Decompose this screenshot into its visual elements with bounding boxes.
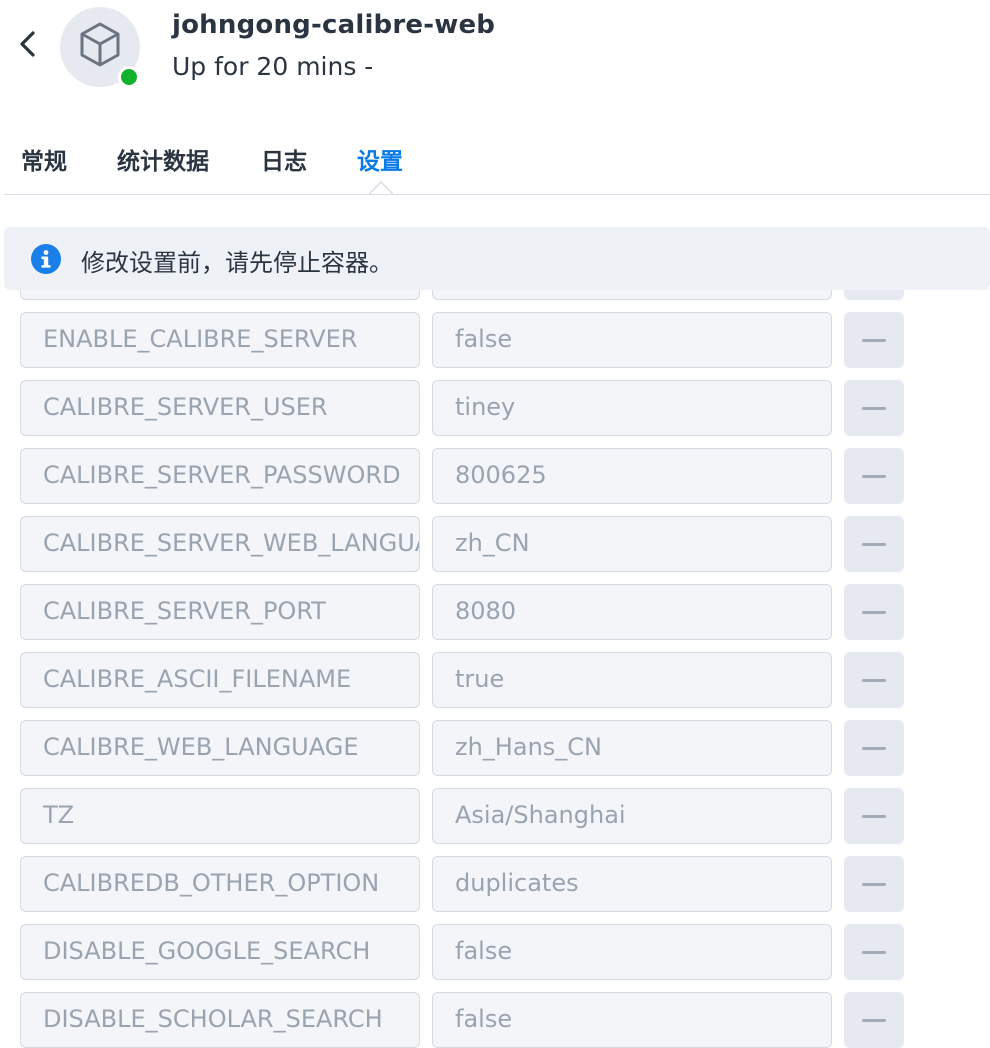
minus-icon [862,678,886,682]
env-var-row [0,290,990,300]
remove-env-var-button[interactable] [844,380,904,436]
env-var-key-field[interactable]: CALIBRE_WEB_LANGUAGE [20,720,420,776]
env-var-value-field[interactable]: Asia/Shanghai [432,788,832,844]
remove-env-var-button[interactable] [844,448,904,504]
env-var-key-field[interactable]: CALIBRE_SERVER_PORT [20,584,420,640]
minus-icon [862,882,886,886]
env-var-value-field[interactable]: false [432,312,832,368]
minus-icon [862,1018,886,1022]
env-var-value-field[interactable]: duplicates [432,856,832,912]
env-var-value-field[interactable]: true [432,652,832,708]
remove-env-var-button[interactable] [844,992,904,1048]
env-var-row: CALIBRE_SERVER_USER tiney [0,380,990,436]
env-var-key-field[interactable]: CALIBRE_SERVER_WEB_LANGUAGE [20,516,420,572]
env-var-key-field[interactable]: CALIBREDB_OTHER_OPTION [20,856,420,912]
info-icon [31,244,61,274]
env-var-value-field[interactable]: false [432,924,832,980]
remove-env-var-button[interactable] [844,788,904,844]
env-var-value-field[interactable]: 8080 [432,584,832,640]
container-uptime: Up for 20 mins - [172,52,374,81]
env-var-key-field[interactable]: CALIBRE_SERVER_PASSWORD [20,448,420,504]
env-var-value-field[interactable]: 800625 [432,448,832,504]
remove-env-var-button[interactable] [844,312,904,368]
env-var-key-field[interactable]: CALIBRE_ASCII_FILENAME [20,652,420,708]
remove-env-var-button[interactable] [844,720,904,776]
env-var-row: DISABLE_SCHOLAR_SEARCH false [0,992,990,1048]
env-var-row: DISABLE_GOOGLE_SEARCH false [0,924,990,980]
remove-env-var-button[interactable] [844,856,904,912]
env-var-key-field[interactable]: CALIBRE_SERVER_USER [20,380,420,436]
minus-icon [862,474,886,478]
container-settings-page: johngong-calibre-web Up for 20 mins - 常规… [0,0,990,1048]
env-var-value-field[interactable]: false [432,992,832,1048]
env-var-row: ENABLE_CALIBRE_SERVER false [0,312,990,368]
remove-env-var-button[interactable] [844,584,904,640]
env-var-row: CALIBRE_ASCII_FILENAME true [0,652,990,708]
active-tab-indicator [369,181,393,194]
env-var-key-field[interactable] [20,290,420,300]
env-var-row: CALIBRE_SERVER_PASSWORD 800625 [0,448,990,504]
environment-variables-list[interactable]: ENABLE_CALIBRE_SERVER false CALIBRE_SERVER… [0,290,990,1048]
back-button[interactable] [14,28,42,64]
minus-icon [862,338,886,342]
minus-icon [862,950,886,954]
env-var-row: CALIBRE_SERVER_PORT 8080 [0,584,990,640]
env-var-value-field[interactable] [432,290,832,300]
env-var-key-field[interactable]: DISABLE_GOOGLE_SEARCH [20,924,420,980]
minus-icon [862,746,886,750]
env-var-row: CALIBREDB_OTHER_OPTION duplicates [0,856,990,912]
env-var-value-field[interactable]: zh_Hans_CN [432,720,832,776]
container-name: johngong-calibre-web [172,10,496,40]
tab-settings[interactable]: 设置 [357,142,403,176]
env-var-row: TZ Asia/Shanghai [0,788,990,844]
info-message: 修改设置前，请先停止容器。 [81,249,393,277]
tab-statistics[interactable]: 统计数据 [117,142,209,176]
info-banner: 修改设置前，请先停止容器。 [4,227,990,290]
remove-env-var-button[interactable] [844,924,904,980]
remove-env-var-button[interactable] [844,652,904,708]
tab-general[interactable]: 常规 [21,142,67,176]
env-var-value-field[interactable]: tiney [432,380,832,436]
env-var-key-field[interactable]: DISABLE_SCHOLAR_SEARCH [20,992,420,1048]
minus-icon [862,814,886,818]
tab-logs[interactable]: 日志 [261,142,307,176]
env-var-row: CALIBRE_WEB_LANGUAGE zh_Hans_CN [0,720,990,776]
container-box-icon [76,20,124,74]
running-status-dot [118,66,140,88]
tab-bar: 常规 统计数据 日志 设置 [4,136,990,195]
env-var-key-field[interactable]: ENABLE_CALIBRE_SERVER [20,312,420,368]
remove-env-var-button[interactable] [844,516,904,572]
env-var-key-field[interactable]: TZ [20,788,420,844]
remove-env-var-button[interactable] [844,290,904,300]
env-var-row: CALIBRE_SERVER_WEB_LANGUAGEzh_CN [0,516,990,572]
minus-icon [862,542,886,546]
env-var-value-field[interactable]: zh_CN [432,516,832,572]
minus-icon [862,610,886,614]
minus-icon [862,406,886,410]
chevron-left-icon [17,29,39,63]
